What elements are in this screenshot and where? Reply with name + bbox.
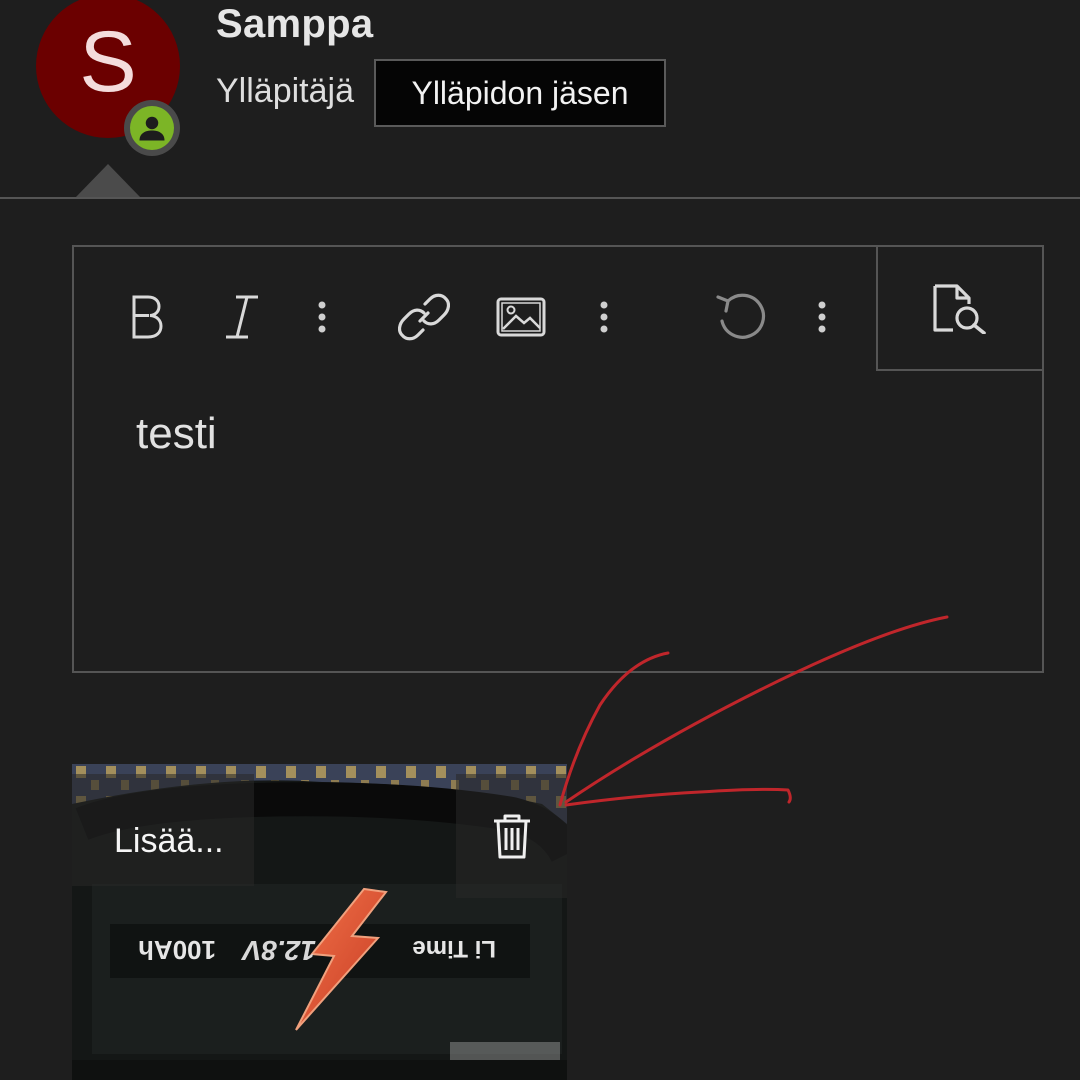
trash-icon	[493, 814, 530, 859]
undo-button[interactable]	[708, 287, 772, 347]
vertical-dots-icon	[600, 301, 608, 333]
attachment-thumbnail[interactable]: Li Time 12.8V 100Ah Lisää...	[72, 764, 567, 1080]
link-icon	[398, 293, 450, 341]
svg-text:12.8V: 12.8V	[241, 935, 316, 966]
editor-toolbar	[74, 247, 1042, 371]
user-title-badge: Ylläpidon jäsen	[374, 59, 666, 127]
svg-text:100Ah: 100Ah	[138, 935, 216, 965]
battery-label-text: Li Time 12.8V 100Ah	[138, 935, 496, 966]
preview-icon	[933, 284, 986, 334]
online-status-badge	[124, 100, 180, 156]
undo-icon	[716, 293, 766, 339]
user-title-badge-label: Ylläpidon jäsen	[411, 74, 629, 111]
header-pointer	[75, 164, 141, 198]
message-editor: testi	[72, 245, 1044, 673]
header-divider	[0, 197, 1080, 199]
editor-content[interactable]: testi	[136, 409, 217, 459]
insert-image-button[interactable]	[490, 287, 552, 347]
vertical-dots-icon	[818, 301, 826, 333]
username[interactable]: Samppa	[216, 2, 373, 47]
svg-text:Li Time: Li Time	[412, 935, 496, 962]
preview-button[interactable]	[876, 247, 1042, 371]
attachment-more-button[interactable]: Lisää...	[72, 774, 254, 886]
italic-button[interactable]	[214, 287, 270, 347]
more-options-button[interactable]	[804, 287, 840, 347]
insert-link-button[interactable]	[392, 287, 456, 347]
delete-attachment-button[interactable]	[456, 774, 567, 898]
more-text-options-button[interactable]	[304, 287, 340, 347]
attachment-more-label: Lisää...	[114, 822, 224, 860]
user-role: Ylläpitäjä	[216, 72, 354, 110]
more-insert-options-button[interactable]	[586, 287, 622, 347]
bold-icon	[132, 295, 163, 339]
avatar-letter: S	[79, 14, 137, 110]
vertical-dots-icon	[318, 301, 326, 333]
italic-icon	[226, 295, 258, 339]
reply-composer: S Samppa Ylläpitäjä Ylläpidon jäsen test…	[0, 0, 1080, 1080]
bold-button[interactable]	[118, 287, 174, 347]
user-icon	[139, 116, 165, 141]
image-icon	[496, 297, 546, 337]
